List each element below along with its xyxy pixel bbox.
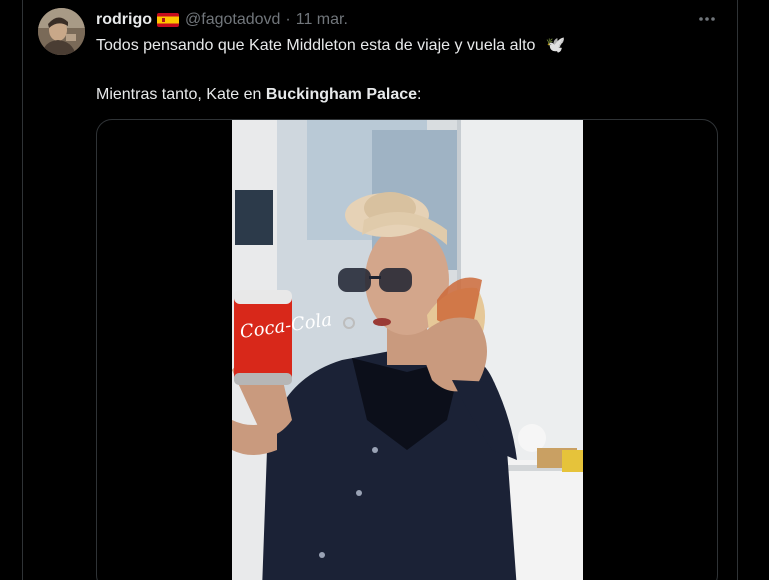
separator-dot: · [285,11,291,28]
spain-flag-icon [157,13,179,27]
tweet-header: rodrigo @fagotadovd · 11 mar. [96,9,348,31]
tweet-text-line-2: Mientras tanto, Kate en Buckingham Palac… [96,84,422,106]
media-container[interactable]: Coca-Cola [96,119,718,580]
tweet[interactable]: rodrigo @fagotadovd · 11 mar. Todos pens… [23,0,737,580]
more-options-button[interactable] [695,8,719,30]
video-frame[interactable]: Coca-Cola [232,120,583,580]
tweet-text-prefix: Mientras tanto, Kate en [96,86,266,103]
tweet-text-line-1: Todos pensando que Kate Middleton esta d… [96,35,566,57]
timeline: rodrigo @fagotadovd · 11 mar. Todos pens… [0,0,769,580]
avatar[interactable] [38,8,85,55]
tweet-text-bold: Buckingham Palace [265,86,418,103]
more-icon [699,17,715,21]
user-handle[interactable]: @fagotadovd [185,11,280,29]
display-name[interactable]: rodrigo [96,11,152,29]
timestamp[interactable]: 11 mar. [296,11,348,29]
tweet-text-suffix: : [417,86,422,103]
avatar-image [38,8,85,55]
tweet-text: Todos pensando que Kate Middleton esta d… [96,37,536,54]
video-image: Coca-Cola [232,120,583,580]
dove-emoji: 🕊️ [545,37,566,54]
column-border-right [737,0,738,580]
